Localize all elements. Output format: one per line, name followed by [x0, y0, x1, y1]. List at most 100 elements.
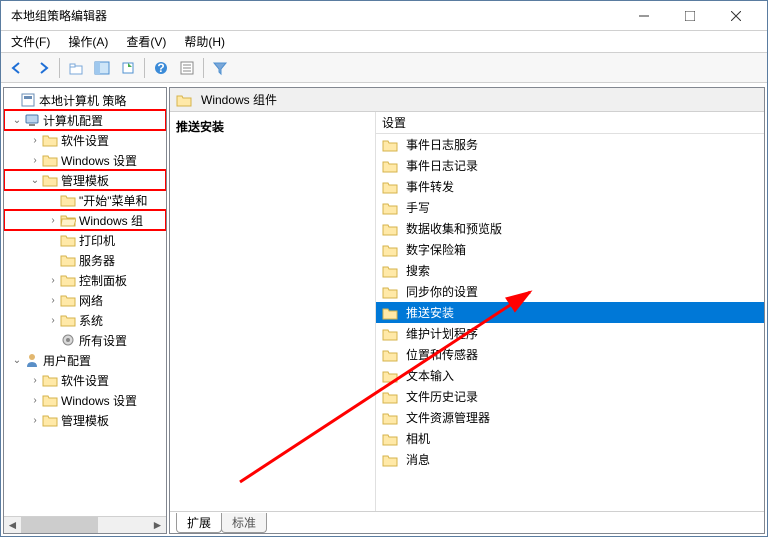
list-item[interactable]: 事件日志服务: [376, 134, 764, 155]
tree-servers[interactable]: 服务器: [4, 250, 166, 270]
forward-button[interactable]: [31, 56, 55, 80]
filter-button[interactable]: [208, 56, 232, 80]
tree-windows-settings[interactable]: › Windows 设置: [4, 150, 166, 170]
toolbar-separator-3: [203, 58, 204, 78]
expand-icon[interactable]: ›: [46, 275, 60, 286]
tree-root[interactable]: 本地计算机 策略: [4, 90, 166, 110]
settings-list[interactable]: 事件日志服务事件日志记录事件转发手写数据收集和预览版数字保险箱搜索同步你的设置推…: [376, 134, 764, 511]
list-item-label: 数字保险箱: [406, 241, 466, 258]
details-body: 推送安装 设置 事件日志服务事件日志记录事件转发手写数据收集和预览版数字保险箱搜…: [170, 112, 764, 511]
tree-hscrollbar[interactable]: ◄ ►: [4, 516, 166, 533]
list-item[interactable]: 手写: [376, 197, 764, 218]
settings-icon: [60, 332, 76, 348]
menu-action[interactable]: 操作(A): [64, 31, 112, 52]
menu-view[interactable]: 查看(V): [122, 31, 170, 52]
tree-label: 打印机: [79, 232, 115, 249]
tree-software-settings[interactable]: › 软件设置: [4, 130, 166, 150]
collapse-icon[interactable]: ⌄: [10, 115, 24, 126]
scroll-thumb[interactable]: [21, 517, 98, 533]
tree-start-menu[interactable]: "开始"菜单和: [4, 190, 166, 210]
list-item[interactable]: 推送安装: [376, 302, 764, 323]
folder-icon: [382, 326, 398, 342]
scroll-right-icon[interactable]: ►: [149, 517, 166, 533]
expand-icon[interactable]: ›: [28, 135, 42, 146]
menu-file[interactable]: 文件(F): [7, 31, 54, 52]
tree-printers[interactable]: 打印机: [4, 230, 166, 250]
expand-icon[interactable]: ›: [46, 215, 60, 226]
toolbar-separator: [59, 58, 60, 78]
list-item[interactable]: 事件日志记录: [376, 155, 764, 176]
list-item-label: 位置和传感器: [406, 346, 478, 363]
list-item[interactable]: 数字保险箱: [376, 239, 764, 260]
tree-root-label: 本地计算机 策略: [39, 92, 126, 109]
tab-standard[interactable]: 标准: [221, 513, 267, 533]
tree-control-panel[interactable]: › 控制面板: [4, 270, 166, 290]
up-level-button[interactable]: [64, 56, 88, 80]
window-controls: [621, 1, 759, 31]
list-item[interactable]: 同步你的设置: [376, 281, 764, 302]
list-item[interactable]: 文本输入: [376, 365, 764, 386]
list-item[interactable]: 文件历史记录: [376, 386, 764, 407]
toolbar-separator-2: [144, 58, 145, 78]
folder-icon: [382, 137, 398, 153]
list-item[interactable]: 事件转发: [376, 176, 764, 197]
titlebar: 本地组策略编辑器: [1, 1, 767, 31]
tree-network[interactable]: › 网络: [4, 290, 166, 310]
folder-icon: [382, 179, 398, 195]
expand-icon[interactable]: ›: [28, 395, 42, 406]
tree-label: Windows 设置: [61, 152, 137, 169]
list-item-label: 事件日志记录: [406, 157, 478, 174]
menu-help[interactable]: 帮助(H): [180, 31, 229, 52]
tree-windows-components[interactable]: › Windows 组: [4, 210, 166, 230]
folder-icon: [42, 152, 58, 168]
tree-all-settings[interactable]: 所有设置: [4, 330, 166, 350]
expand-icon[interactable]: ›: [46, 315, 60, 326]
list-header[interactable]: 设置: [376, 112, 764, 134]
list-item-label: 消息: [406, 451, 430, 468]
collapse-icon[interactable]: ⌄: [10, 355, 24, 366]
policy-tree[interactable]: 本地计算机 策略 ⌄ 计算机配置 › 软件设置 › Windows 设置: [4, 88, 166, 516]
tree-label: 软件设置: [61, 132, 109, 149]
expand-icon[interactable]: ›: [28, 155, 42, 166]
tree-user-admin[interactable]: › 管理模板: [4, 410, 166, 430]
folder-icon: [42, 172, 58, 188]
tree-user-windows[interactable]: › Windows 设置: [4, 390, 166, 410]
tree-label: Windows 设置: [61, 392, 137, 409]
show-tree-button[interactable]: [90, 56, 114, 80]
scroll-track[interactable]: [21, 517, 149, 533]
folder-icon: [382, 431, 398, 447]
expand-icon[interactable]: ›: [28, 375, 42, 386]
list-item[interactable]: 数据收集和预览版: [376, 218, 764, 239]
menubar: 文件(F) 操作(A) 查看(V) 帮助(H): [1, 31, 767, 53]
list-item[interactable]: 搜索: [376, 260, 764, 281]
list-item[interactable]: 维护计划程序: [376, 323, 764, 344]
list-item-label: 文件资源管理器: [406, 409, 490, 426]
tree-system[interactable]: › 系统: [4, 310, 166, 330]
scroll-left-icon[interactable]: ◄: [4, 517, 21, 533]
tree-user-software[interactable]: › 软件设置: [4, 370, 166, 390]
export-button[interactable]: [116, 56, 140, 80]
list-item[interactable]: 消息: [376, 449, 764, 470]
properties-button[interactable]: [175, 56, 199, 80]
maximize-button[interactable]: [667, 1, 713, 31]
tree-admin-templates[interactable]: ⌄ 管理模板: [4, 170, 166, 190]
list-item[interactable]: 相机: [376, 428, 764, 449]
tree-label: "开始"菜单和: [79, 192, 148, 209]
collapse-icon[interactable]: ⌄: [28, 175, 42, 186]
tree-user-config[interactable]: ⌄ 用户配置: [4, 350, 166, 370]
folder-icon: [60, 312, 76, 328]
list-item[interactable]: 位置和传感器: [376, 344, 764, 365]
expand-icon[interactable]: ›: [28, 415, 42, 426]
list-item[interactable]: 文件资源管理器: [376, 407, 764, 428]
close-button[interactable]: [713, 1, 759, 31]
list-item-label: 数据收集和预览版: [406, 220, 502, 237]
tab-extended[interactable]: 扩展: [176, 513, 222, 533]
expand-icon[interactable]: ›: [46, 295, 60, 306]
folder-icon: [60, 192, 76, 208]
help-button[interactable]: ?: [149, 56, 173, 80]
minimize-button[interactable]: [621, 1, 667, 31]
back-button[interactable]: [5, 56, 29, 80]
app-window: 本地组策略编辑器 文件(F) 操作(A) 查看(V) 帮助(H) ?: [0, 0, 768, 537]
tree-pane: 本地计算机 策略 ⌄ 计算机配置 › 软件设置 › Windows 设置: [3, 87, 167, 534]
tree-computer-config[interactable]: ⌄ 计算机配置: [4, 110, 166, 130]
